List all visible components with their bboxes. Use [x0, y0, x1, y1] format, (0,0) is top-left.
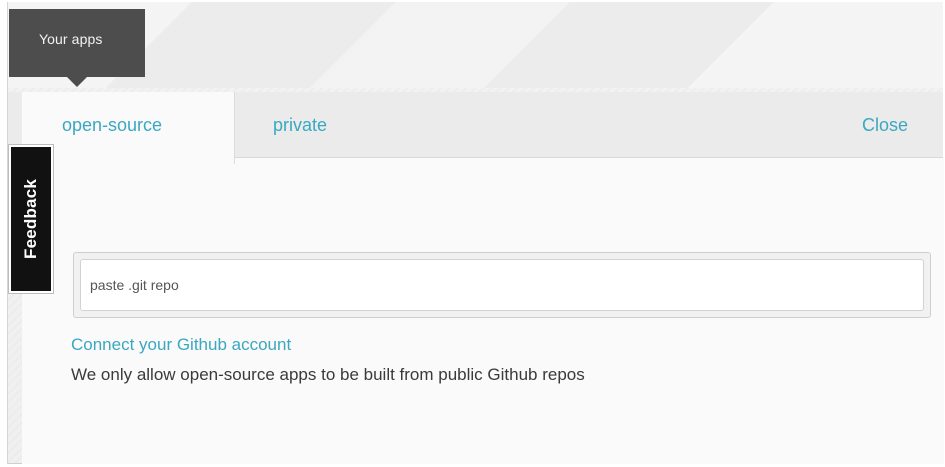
tabs-bar: open-source private Close	[8, 92, 943, 164]
top-strip	[8, 2, 943, 88]
your-apps-tab[interactable]: Your apps	[9, 9, 145, 87]
apps-window: open-source private Close Connect your G…	[7, 2, 944, 464]
close-link[interactable]: Close	[862, 92, 908, 158]
connect-github-link[interactable]: Connect your Github account	[71, 335, 291, 355]
open-source-panel: Connect your Github account We only allo…	[22, 158, 944, 464]
feedback-button[interactable]: Feedback	[9, 145, 53, 293]
open-source-note: We only allow open-source apps to be bui…	[71, 365, 585, 384]
tab-private[interactable]: private	[273, 92, 327, 158]
repo-input-wrapper	[73, 252, 931, 318]
tab-open-source[interactable]: open-source	[22, 92, 235, 164]
feedback-label: Feedback	[21, 178, 40, 260]
repo-url-input[interactable]	[80, 259, 924, 311]
